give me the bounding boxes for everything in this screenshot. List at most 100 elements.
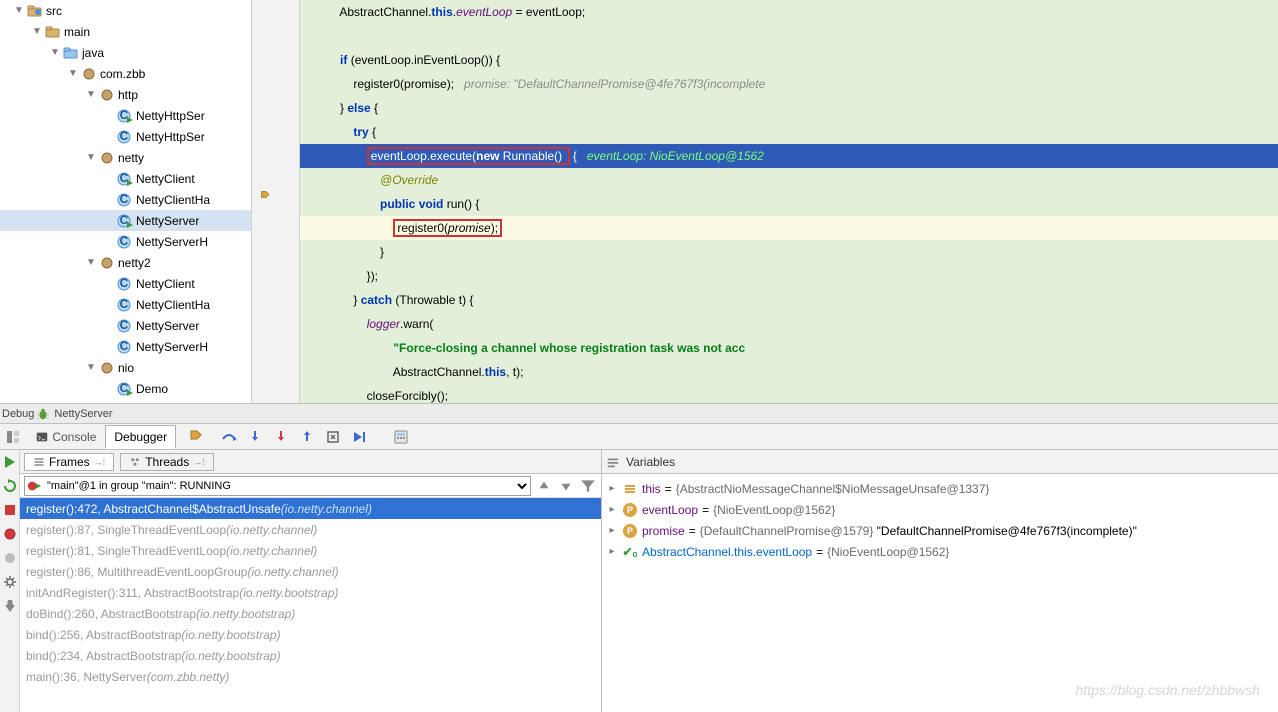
threads-subtab[interactable]: Threads→⁞ xyxy=(120,453,214,471)
code-line: }); xyxy=(300,264,1278,288)
resume-program-icon[interactable] xyxy=(2,454,18,470)
var-twistie-icon[interactable]: ▸ xyxy=(606,525,618,536)
force-step-into-icon[interactable] xyxy=(268,425,294,449)
tree-item-label: NettyHttpSer xyxy=(136,109,205,123)
variable-row[interactable]: ▸Ppromise = {DefaultChannelPromise@1579}… xyxy=(604,520,1276,541)
variable-row[interactable]: ▸✔ₒAbstractChannel.this.eventLoop = {Nio… xyxy=(604,541,1276,562)
tree-twistie-icon[interactable]: ▼ xyxy=(48,47,62,58)
run-to-cursor-icon[interactable] xyxy=(346,425,372,449)
code-line xyxy=(300,24,1278,48)
stack-frame[interactable]: main():36, NettyServer (com.zbb.netty) xyxy=(20,666,601,687)
show-execution-point-icon[interactable] xyxy=(184,425,210,449)
frame-text: doBind():260, AbstractBootstrap xyxy=(26,607,196,621)
code-area[interactable]: AbstractChannel.this.eventLoop = eventLo… xyxy=(300,0,1278,403)
tree-item[interactable]: NettyClientHa xyxy=(0,294,251,315)
tree-twistie-icon[interactable]: ▼ xyxy=(84,89,98,100)
tree-twistie-icon[interactable]: ▼ xyxy=(12,5,26,16)
code-line: AbstractChannel.this, t); xyxy=(300,360,1278,384)
view-breakpoints-icon[interactable] xyxy=(2,526,18,542)
pin-icon[interactable] xyxy=(2,598,18,614)
package-icon xyxy=(98,87,116,103)
tab-debugger[interactable]: Debugger xyxy=(105,425,176,449)
tree-item-label: Demo xyxy=(136,382,168,396)
next-frame-icon[interactable] xyxy=(557,477,575,495)
stack-frame[interactable]: doBind():260, AbstractBootstrap (io.nett… xyxy=(20,603,601,624)
frame-package: (io.netty.channel) xyxy=(226,544,317,558)
frame-text: register():87, SingleThreadEventLoop xyxy=(26,523,226,537)
tree-item[interactable]: ▼ main xyxy=(0,21,251,42)
settings-icon[interactable] xyxy=(2,574,18,590)
stack-frame[interactable]: bind():234, AbstractBootstrap (io.netty.… xyxy=(20,645,601,666)
tree-item[interactable]: ▼java xyxy=(0,42,251,63)
variables-list[interactable]: ▸this = {AbstractNioMessageChannel$NioMe… xyxy=(602,474,1278,712)
tab-console[interactable]: Console xyxy=(26,425,105,449)
tree-item[interactable]: ▼com.zbb xyxy=(0,63,251,84)
code-editor[interactable]: AbstractChannel.this.eventLoop = eventLo… xyxy=(252,0,1278,403)
frames-panel-header: Frames→⁞ Threads→⁞ xyxy=(20,450,601,474)
tree-twistie-icon[interactable]: ▼ xyxy=(66,68,80,79)
tree-item[interactable]: NettyHttpSer xyxy=(0,105,251,126)
var-twistie-icon[interactable]: ▸ xyxy=(606,546,618,557)
frame-package: (io.netty.bootstrap) xyxy=(181,628,280,642)
stack-frame[interactable]: bind():256, AbstractBootstrap (io.netty.… xyxy=(20,624,601,645)
code-line: public void run() { xyxy=(300,192,1278,216)
class-run-icon xyxy=(116,108,134,124)
stop-icon[interactable] xyxy=(2,502,18,518)
tree-item[interactable]: ▼http xyxy=(0,84,251,105)
prev-frame-icon[interactable] xyxy=(535,477,553,495)
tree-twistie-icon[interactable]: ▼ xyxy=(84,257,98,268)
thread-selector[interactable]: "main"@1 in group "main": RUNNING xyxy=(24,476,531,496)
tree-item[interactable]: ▼nio xyxy=(0,357,251,378)
tree-twistie-icon[interactable]: ▼ xyxy=(84,152,98,163)
drop-frame-icon[interactable] xyxy=(320,425,346,449)
tree-item[interactable]: NettyServerH xyxy=(0,336,251,357)
class-run-icon xyxy=(116,213,134,229)
project-tree[interactable]: ▼src▼main▼java▼com.zbb▼httpNettyHttpSerN… xyxy=(0,0,252,403)
tree-item[interactable]: NettyServerH xyxy=(0,231,251,252)
var-twistie-icon[interactable]: ▸ xyxy=(606,483,618,494)
stack-frame[interactable]: register():87, SingleThreadEventLoop (io… xyxy=(20,519,601,540)
frames-subtab[interactable]: Frames→⁞ xyxy=(24,453,114,471)
thread-selector-row: "main"@1 in group "main": RUNNING xyxy=(20,474,601,498)
tree-item[interactable]: NettyClient xyxy=(0,273,251,294)
package-icon xyxy=(98,255,116,271)
stack-frame[interactable]: register():86, MultithreadEventLoopGroup… xyxy=(20,561,601,582)
mute-breakpoints-icon[interactable] xyxy=(2,550,18,566)
frame-text: register():86, MultithreadEventLoopGroup xyxy=(26,565,247,579)
tree-item[interactable]: NettyServer xyxy=(0,210,251,231)
variable-row[interactable]: ▸this = {AbstractNioMessageChannel$NioMe… xyxy=(604,478,1276,499)
frame-text: register():81, SingleThreadEventLoop xyxy=(26,544,226,558)
tree-item[interactable]: ▼ netty2 xyxy=(0,252,251,273)
tree-item-label: netty2 xyxy=(118,256,151,270)
step-over-icon[interactable] xyxy=(216,425,242,449)
tree-twistie-icon[interactable]: ▼ xyxy=(84,362,98,373)
variable-row[interactable]: ▸PeventLoop = {NioEventLoop@1562} xyxy=(604,499,1276,520)
stack-frame[interactable]: register():81, SingleThreadEventLoop (io… xyxy=(20,540,601,561)
tree-item[interactable]: ▼netty xyxy=(0,147,251,168)
frame-package: (io.netty.channel) xyxy=(226,523,317,537)
gutter-marker-icon[interactable] xyxy=(260,190,272,202)
tree-item[interactable]: NettyServer xyxy=(0,315,251,336)
step-out-icon[interactable] xyxy=(294,425,320,449)
tree-item[interactable]: ▼src xyxy=(0,0,251,21)
step-into-icon[interactable] xyxy=(242,425,268,449)
tree-item[interactable]: NettyHttpSer xyxy=(0,126,251,147)
frames-list[interactable]: register():472, AbstractChannel$Abstract… xyxy=(20,498,601,712)
tree-item-label: main xyxy=(64,25,90,39)
code-line: } xyxy=(300,240,1278,264)
tree-item[interactable]: NettyClientHa xyxy=(0,189,251,210)
stack-frame[interactable]: initAndRegister():311, AbstractBootstrap… xyxy=(20,582,601,603)
var-twistie-icon[interactable]: ▸ xyxy=(606,504,618,515)
tree-item-label: NettyHttpSer xyxy=(136,130,205,144)
tree-twistie-icon[interactable]: ▼ xyxy=(30,26,44,37)
frame-text: bind():256, AbstractBootstrap xyxy=(26,628,181,642)
tree-item[interactable]: Demo xyxy=(0,378,251,399)
variables-icon xyxy=(606,455,620,469)
rerun-icon[interactable] xyxy=(2,478,18,494)
stack-frame[interactable]: register():472, AbstractChannel$Abstract… xyxy=(20,498,601,519)
editor-gutter[interactable] xyxy=(252,0,300,403)
filter-frames-icon[interactable] xyxy=(579,477,597,495)
layout-icon[interactable] xyxy=(0,425,26,449)
tree-item[interactable]: NettyClient xyxy=(0,168,251,189)
evaluate-expression-icon[interactable] xyxy=(388,425,414,449)
